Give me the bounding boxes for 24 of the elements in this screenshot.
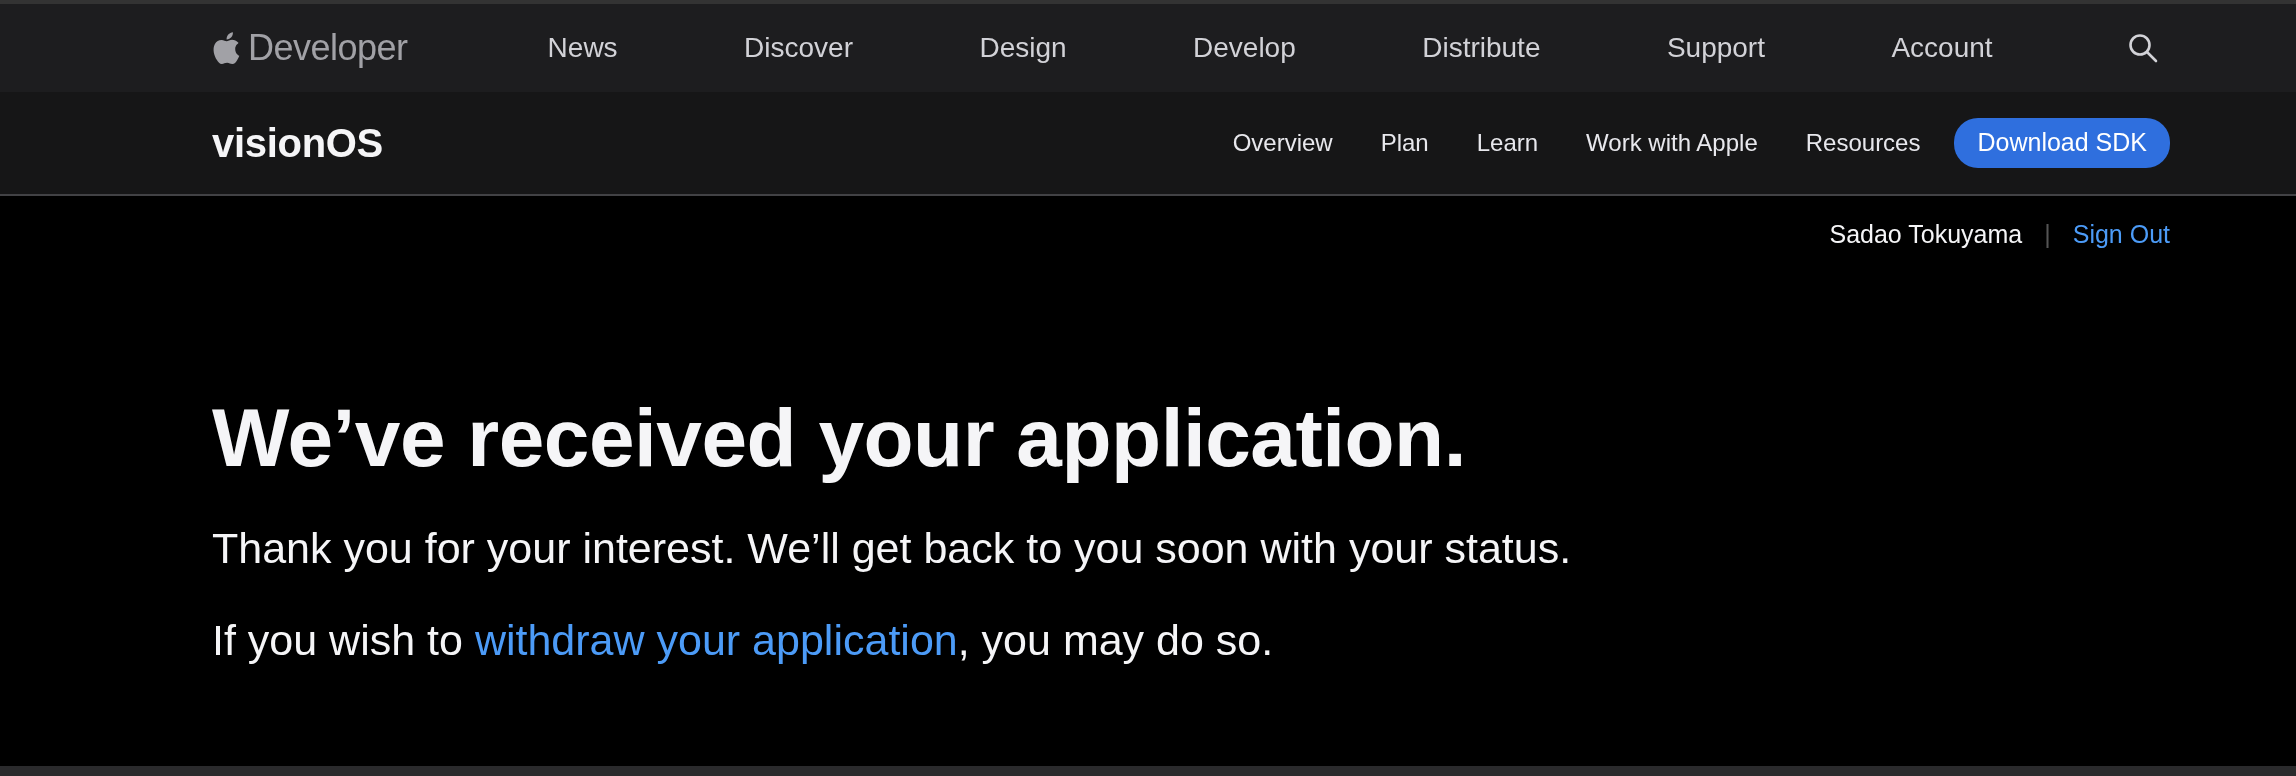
- download-sdk-button[interactable]: Download SDK: [1954, 118, 2170, 168]
- nav-link[interactable]: Develop: [1193, 32, 1296, 64]
- subnav-link[interactable]: Work with Apple: [1586, 129, 1758, 157]
- withdraw-link[interactable]: withdraw your application: [474, 616, 958, 665]
- separator: |: [2044, 220, 2051, 249]
- withdraw-message: If you wish to withdraw your application, you may do so.: [212, 615, 1275, 667]
- product-title: visionOS: [212, 120, 383, 166]
- subnav-link[interactable]: Plan: [1380, 129, 1429, 157]
- page-heading: We’ve received your application.: [212, 391, 1467, 485]
- nav-link[interactable]: Discover: [744, 32, 853, 64]
- status-message: Thank you for your interest. We’ll get back to you soon with your status.: [212, 523, 1573, 575]
- nav-link[interactable]: Distribute: [1422, 32, 1541, 64]
- developer-logo[interactable]: Developer: [212, 27, 408, 69]
- nav-link[interactable]: Design: [979, 32, 1067, 64]
- nav-link[interactable]: Account: [1891, 32, 1993, 64]
- search-icon[interactable]: [2128, 33, 2158, 63]
- nav-link[interactable]: Support: [1666, 32, 1765, 64]
- user-name: Sadao Tokuyama: [1829, 220, 2023, 249]
- sign-out-link[interactable]: Sign Out: [2072, 220, 2170, 249]
- subnav-link[interactable]: Resources: [1805, 129, 1921, 157]
- apple-logo-icon: [212, 31, 240, 65]
- nav-link[interactable]: News: [547, 32, 618, 64]
- subnav-link[interactable]: Overview: [1232, 129, 1333, 157]
- subnav-link[interactable]: Learn: [1476, 129, 1539, 157]
